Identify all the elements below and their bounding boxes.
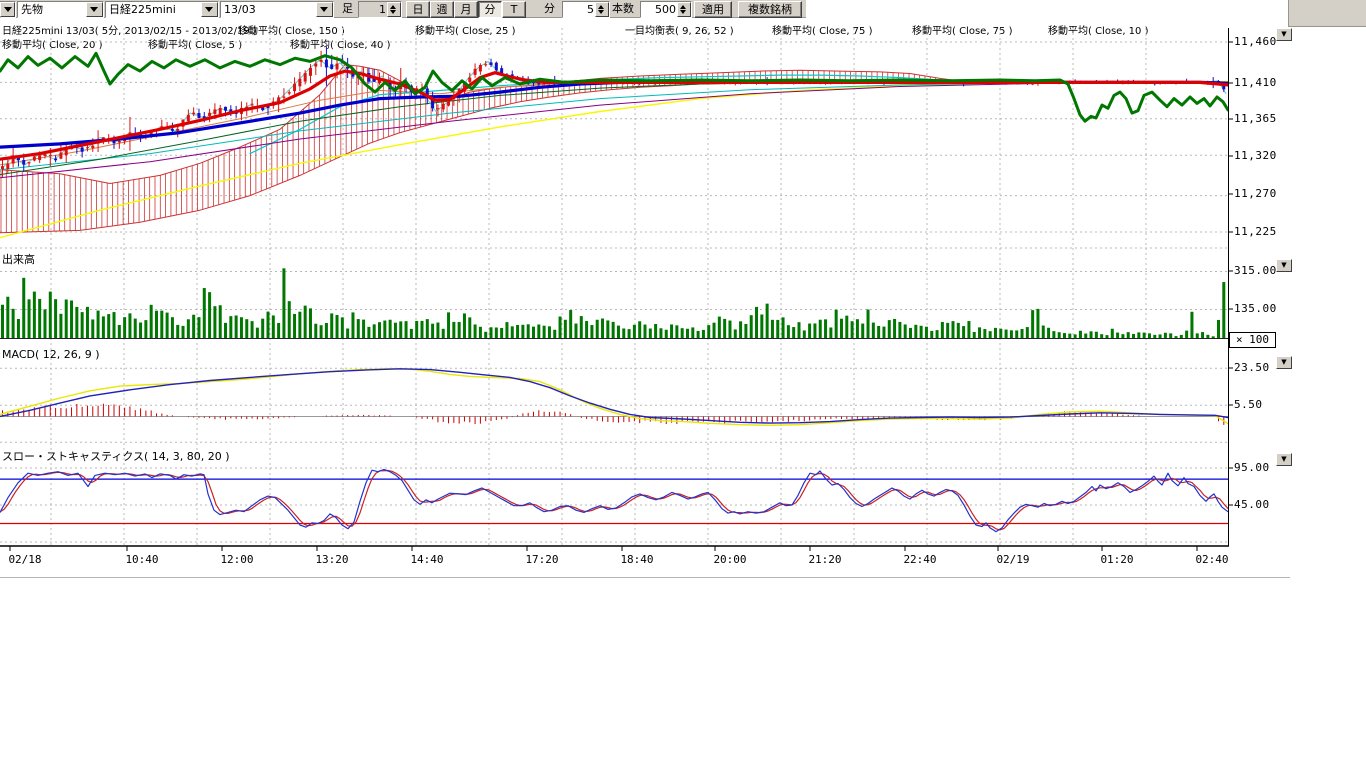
period-day-button[interactable]: 日 [406, 1, 430, 18]
chevron-down-icon [90, 7, 98, 12]
price-axis-label: 11,365 [1234, 112, 1277, 125]
volume-axis-label: 135.00 [1234, 302, 1277, 315]
time-axis-label: 21:20 [799, 553, 851, 566]
time-axis-label: 02/19 [987, 553, 1039, 566]
price-axis-label: 11,270 [1234, 187, 1277, 200]
macd-axis-label: 23.50 [1234, 361, 1270, 374]
contract-month-value: 13/03 [224, 2, 317, 17]
macd-panel-collapse-button[interactable]: ▼ [1276, 356, 1292, 369]
time-axis-label: 14:40 [401, 553, 453, 566]
time-axis-label: 22:40 [894, 553, 946, 566]
time-axis-label: 17:20 [516, 553, 568, 566]
time-axis-label: 10:40 [116, 553, 168, 566]
symbol-value: 日経225mini [109, 2, 202, 17]
time-axis-label: 20:00 [704, 553, 756, 566]
volume-panel-collapse-button[interactable]: ▼ [1276, 259, 1292, 272]
spin-buttons-icon[interactable] [595, 2, 609, 17]
bar-count-label: 本数 [612, 1, 634, 16]
time-axis-label: 18:40 [611, 553, 663, 566]
period-week-button[interactable]: 週 [430, 1, 454, 18]
stoch-axis-label: 95.00 [1234, 461, 1270, 474]
toolbar: 先物 日経225mini 13/03 足 1 日 週 月 分 T 分 5 本数 … [0, 0, 806, 18]
price-axis-label: 11,410 [1234, 76, 1277, 89]
minute-interval-stepper[interactable]: 5 [562, 1, 610, 18]
price-axis-label: 11,225 [1234, 225, 1277, 238]
bar-count-stepper[interactable]: 500 [640, 1, 692, 18]
multi-symbol-button[interactable]: 複数銘柄 [738, 1, 802, 18]
time-axis-label: 13:20 [306, 553, 358, 566]
stoch-panel-collapse-button[interactable]: ▼ [1276, 453, 1292, 466]
bar-interval-stepper[interactable]: 1 [358, 1, 402, 18]
spin-buttons-icon[interactable] [387, 2, 401, 17]
combo-dropdown-icon[interactable] [86, 2, 103, 17]
instrument-type-select[interactable]: 先物 [17, 1, 104, 18]
period-tick-button[interactable]: T [502, 1, 526, 18]
stoch-axis-label: 45.00 [1234, 498, 1270, 511]
time-axis-label: 02:40 [1186, 553, 1229, 566]
spin-buttons-icon[interactable] [677, 2, 691, 17]
volume-multiplier-badge: × 100 [1229, 332, 1276, 348]
bar-type-label: 足 [342, 1, 353, 16]
minute-interval-value: 5 [563, 2, 596, 17]
chart-bottom-rule [0, 577, 1290, 578]
chevron-down-icon [205, 7, 213, 12]
bar-interval-value: 1 [359, 2, 388, 17]
x-axis-labels: 02/18 10:40 12:00 13:20 14:40 17:20 18:40 20:00… [0, 551, 1229, 567]
minute-label: 分 [544, 1, 555, 16]
chart-plot-area[interactable] [0, 28, 1228, 546]
period-minute-button[interactable]: 分 [478, 1, 502, 18]
chart-application-window: 先物 日経225mini 13/03 足 1 日 週 月 分 T 分 5 本数 … [0, 0, 1366, 768]
top-right-corner-panel [1288, 0, 1366, 27]
period-month-button[interactable]: 月 [454, 1, 478, 18]
chevron-down-icon [320, 7, 328, 12]
instrument-type-value: 先物 [21, 2, 87, 17]
time-axis-label: 02/18 [0, 553, 51, 566]
volume-axis-label: 315.00 [1234, 264, 1277, 277]
price-axis-label: 11,320 [1234, 149, 1277, 162]
contract-month-select[interactable]: 13/03 [220, 1, 334, 18]
combo-dropdown-icon[interactable] [201, 2, 218, 17]
apply-button[interactable]: 適用 [694, 1, 732, 18]
combo-dropdown-icon[interactable] [316, 2, 333, 17]
bar-count-value: 500 [641, 2, 678, 17]
combo-dropdown-icon[interactable] [0, 2, 15, 17]
symbol-select[interactable]: 日経225mini [105, 1, 219, 18]
price-panel-collapse-button[interactable]: ▼ [1276, 28, 1292, 41]
price-axis-label: 11,460 [1234, 35, 1277, 48]
chevron-down-icon [4, 7, 12, 12]
time-axis-label: 12:00 [211, 553, 263, 566]
macd-axis-label: 5.50 [1234, 398, 1263, 411]
left-edge-combo-stub[interactable] [0, 1, 16, 18]
time-axis-label: 01:20 [1091, 553, 1143, 566]
